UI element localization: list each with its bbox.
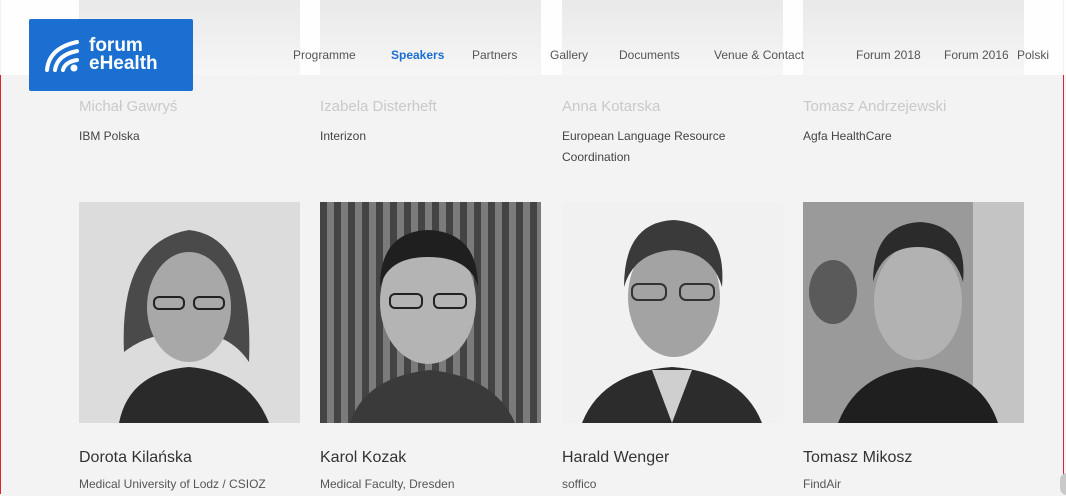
nav-item-forum-2018[interactable]: Forum 2018 xyxy=(856,48,921,62)
speaker-org: Agfa HealthCare xyxy=(803,129,892,143)
nav-item-speakers[interactable]: Speakers xyxy=(391,48,444,62)
nav-item-documents[interactable]: Documents xyxy=(619,48,680,62)
nav-item-forum-2016[interactable]: Forum 2016 xyxy=(944,48,1009,62)
speaker-photo[interactable] xyxy=(79,202,300,423)
nav-item-programme[interactable]: Programme xyxy=(293,48,356,62)
main-nav: Programme Speakers Partners Gallery Docu… xyxy=(0,48,1066,64)
speaker-photo[interactable] xyxy=(562,202,783,423)
speaker-name-faded: Michał Gawryś xyxy=(79,98,178,115)
speaker-name[interactable]: Karol Kozak xyxy=(320,449,406,467)
speaker-name-faded: Tomasz Andrzejewski xyxy=(803,98,947,115)
speaker-name[interactable]: Tomasz Mikosz xyxy=(803,449,912,467)
scroll-to-top-button[interactable] xyxy=(1060,473,1066,495)
speaker-name[interactable]: Harald Wenger xyxy=(562,449,669,467)
speaker-affiliation: Medical University of Lodz / CSIOZ xyxy=(79,477,266,491)
speaker-affiliation: soffico xyxy=(562,477,597,491)
speaker-affiliation: FindAir xyxy=(803,477,842,491)
speaker-name-faded: Izabela Disterheft xyxy=(320,98,437,115)
speaker-org: Interizon xyxy=(320,129,367,143)
speaker-affiliation: Medical Faculty, Dresden xyxy=(320,477,455,491)
nav-item-polski[interactable]: Polski xyxy=(1017,48,1049,62)
nav-item-gallery[interactable]: Gallery xyxy=(550,48,588,62)
speaker-name[interactable]: Dorota Kilańska xyxy=(79,449,192,467)
nav-item-venue-contact[interactable]: Venue & Contact xyxy=(714,48,804,62)
speaker-photo[interactable] xyxy=(803,202,1024,423)
speaker-org: European Language Resource Coordination xyxy=(562,129,726,164)
speaker-org: IBM Polska xyxy=(79,129,140,143)
speaker-name-faded: Anna Kotarska xyxy=(562,98,661,115)
nav-item-partners[interactable]: Partners xyxy=(472,48,517,62)
speaker-photo[interactable] xyxy=(320,202,541,423)
